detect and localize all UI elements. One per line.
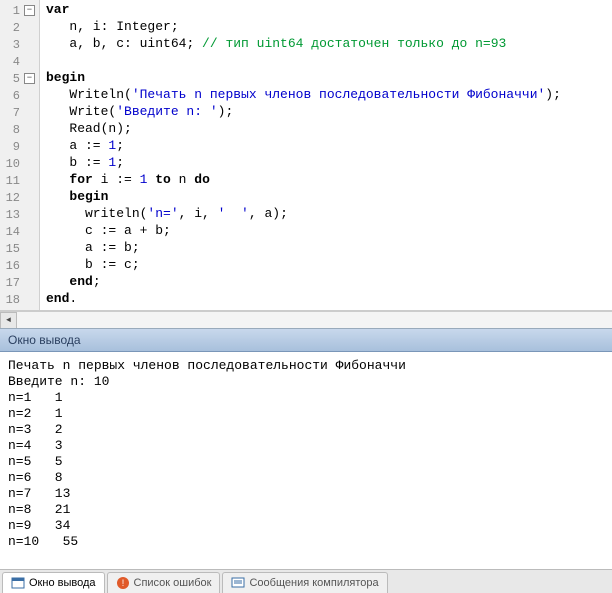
tab-label: Окно вывода	[29, 577, 96, 589]
gutter-row: 4	[0, 53, 39, 70]
output-line: n=7 13	[8, 486, 604, 502]
scroll-left-arrow[interactable]: ◄	[0, 312, 17, 329]
line-number: 9	[2, 140, 20, 154]
tab-messages[interactable]: Сообщения компилятора	[222, 572, 387, 593]
line-number: 16	[2, 259, 20, 273]
code-line[interactable]: end;	[46, 274, 561, 291]
code-line[interactable]: a := 1;	[46, 138, 561, 155]
output-line: n=2 1	[8, 406, 604, 422]
code-editor: 1−2345−6789101112131415161718 var n, i: …	[0, 0, 612, 311]
gutter-row: 13	[0, 206, 39, 223]
output-line: n=9 34	[8, 518, 604, 534]
output-line: n=5 5	[8, 454, 604, 470]
output-panel: Печать n первых членов последовательност…	[0, 352, 612, 569]
output-line: n=1 1	[8, 390, 604, 406]
gutter-row: 5−	[0, 70, 39, 87]
code-line[interactable]: begin	[46, 189, 561, 206]
code-line[interactable]: writeln('n=', i, ' ', a);	[46, 206, 561, 223]
tab-output[interactable]: Окно вывода	[2, 572, 105, 593]
line-number: 14	[2, 225, 20, 239]
code-line[interactable]: b := 1;	[46, 155, 561, 172]
output-icon	[11, 576, 25, 590]
line-number: 18	[2, 293, 20, 307]
line-number: 15	[2, 242, 20, 256]
horizontal-scrollbar[interactable]: ◄	[0, 311, 612, 328]
gutter-row: 18	[0, 291, 39, 308]
code-line[interactable]: Write('Введите n: ');	[46, 104, 561, 121]
output-line: n=4 3	[8, 438, 604, 454]
gutter-row: 1−	[0, 2, 39, 19]
gutter-row: 11	[0, 172, 39, 189]
gutter-row: 14	[0, 223, 39, 240]
line-number: 4	[2, 55, 20, 69]
svg-text:!: !	[121, 578, 124, 588]
gutter-row: 8	[0, 121, 39, 138]
output-line: Введите n: 10	[8, 374, 604, 390]
line-number: 8	[2, 123, 20, 137]
gutter-row: 6	[0, 87, 39, 104]
gutter-row: 10	[0, 155, 39, 172]
errors-icon: !	[116, 576, 130, 590]
output-panel-title: Окно вывода	[0, 328, 612, 352]
code-line[interactable]: begin	[46, 70, 561, 87]
line-number: 3	[2, 38, 20, 52]
line-number: 17	[2, 276, 20, 290]
tab-label: Сообщения компилятора	[249, 577, 378, 589]
line-number: 5	[2, 72, 20, 86]
code-line[interactable]: a, b, c: uint64; // тип uint64 достаточе…	[46, 36, 561, 53]
code-line[interactable]	[46, 53, 561, 70]
line-number: 1	[2, 4, 20, 18]
fold-toggle-icon[interactable]: −	[24, 73, 35, 84]
gutter-row: 3	[0, 36, 39, 53]
line-number: 13	[2, 208, 20, 222]
tab-label: Список ошибок	[134, 577, 212, 589]
code-line[interactable]: c := a + b;	[46, 223, 561, 240]
tab-errors[interactable]: ! Список ошибок	[107, 572, 221, 593]
code-area[interactable]: var n, i: Integer; a, b, c: uint64; // т…	[40, 0, 561, 310]
gutter-row: 15	[0, 240, 39, 257]
code-line[interactable]: n, i: Integer;	[46, 19, 561, 36]
line-gutter: 1−2345−6789101112131415161718	[0, 0, 40, 310]
output-line: Печать n первых членов последовательност…	[8, 358, 604, 374]
gutter-row: 17	[0, 274, 39, 291]
gutter-row: 16	[0, 257, 39, 274]
line-number: 6	[2, 89, 20, 103]
gutter-row: 12	[0, 189, 39, 206]
line-number: 10	[2, 157, 20, 171]
output-line: n=10 55	[8, 534, 604, 550]
gutter-row: 2	[0, 19, 39, 36]
fold-toggle-icon[interactable]: −	[24, 5, 35, 16]
output-line: n=3 2	[8, 422, 604, 438]
line-number: 2	[2, 21, 20, 35]
code-line[interactable]: b := c;	[46, 257, 561, 274]
code-line[interactable]: end.	[46, 291, 561, 308]
line-number: 12	[2, 191, 20, 205]
messages-icon	[231, 576, 245, 590]
line-number: 11	[2, 174, 20, 188]
code-line[interactable]: Writeln('Печать n первых членов последов…	[46, 87, 561, 104]
output-line: n=6 8	[8, 470, 604, 486]
line-number: 7	[2, 106, 20, 120]
scroll-track[interactable]	[17, 312, 612, 329]
code-line[interactable]: var	[46, 2, 561, 19]
bottom-tabbar: Окно вывода! Список ошибок Сообщения компи…	[0, 569, 612, 593]
code-line[interactable]: Read(n);	[46, 121, 561, 138]
code-line[interactable]: a := b;	[46, 240, 561, 257]
gutter-row: 7	[0, 104, 39, 121]
output-line: n=8 21	[8, 502, 604, 518]
code-line[interactable]: for i := 1 to n do	[46, 172, 561, 189]
gutter-row: 9	[0, 138, 39, 155]
